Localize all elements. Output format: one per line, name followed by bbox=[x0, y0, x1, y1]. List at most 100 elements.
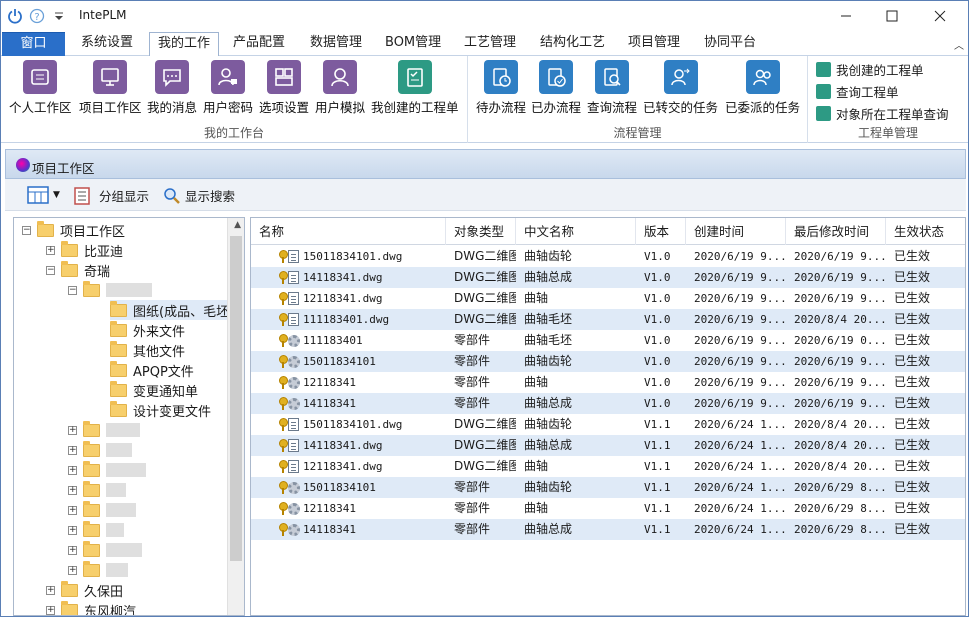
expand-icon[interactable]: + bbox=[68, 565, 77, 575]
maximize-button[interactable] bbox=[869, 1, 915, 31]
personal-workspace-button[interactable]: 个人工作区 bbox=[9, 60, 72, 116]
scroll-up-icon[interactable]: ▲ bbox=[234, 220, 241, 230]
view-layout-dropdown[interactable]: ▼ bbox=[27, 186, 60, 204]
tree-item-redacted[interactable]: + bbox=[68, 560, 128, 580]
table-row[interactable]: 14118341.dwg DWG二维图 曲轴总成 V1.1 2020/6/24 1...… bbox=[251, 435, 965, 456]
close-button[interactable] bbox=[917, 1, 963, 31]
table-row[interactable]: 14118341 零部件 曲轴总成 V1.0 2020/6/19 9... 2020/6/… bbox=[251, 393, 965, 414]
collapse-icon[interactable]: − bbox=[46, 265, 55, 275]
expand-icon[interactable]: + bbox=[68, 545, 77, 555]
table-row[interactable]: 15011834101.dwg DWG二维图 曲轴齿轮 V1.0 2020/6/19 9… bbox=[251, 246, 965, 267]
column-header-name[interactable]: 名称 bbox=[251, 218, 446, 245]
tab-process-management[interactable]: 工艺管理 bbox=[456, 32, 524, 56]
tree-scrollbar[interactable]: ▲ bbox=[227, 218, 244, 615]
tab-project-management[interactable]: 项目管理 bbox=[620, 32, 688, 56]
table-row[interactable]: 14118341 零部件 曲轴总成 V1.1 2020/6/24 1... 2020/6/… bbox=[251, 519, 965, 540]
query-workorder-link[interactable]: 查询工程单 bbox=[816, 82, 899, 101]
tab-my-work[interactable]: 我的工作 bbox=[149, 32, 220, 57]
tree-scrollbar-thumb[interactable] bbox=[230, 236, 242, 561]
minimize-button[interactable] bbox=[823, 1, 869, 31]
expand-icon[interactable]: + bbox=[46, 605, 55, 615]
tree-item-redacted[interactable]: − bbox=[68, 280, 152, 300]
transferred-tasks-button[interactable]: 已转交的任务 bbox=[643, 60, 718, 116]
collapse-icon[interactable]: − bbox=[68, 285, 77, 295]
tab-structured-process[interactable]: 结构化工艺 bbox=[532, 32, 613, 56]
tab-data-management[interactable]: 数据管理 bbox=[302, 32, 370, 56]
tree-item-redacted[interactable]: + bbox=[68, 420, 140, 440]
cell-status: 已生效 bbox=[894, 501, 931, 515]
table-row[interactable]: 15011834101 零部件 曲轴齿轮 V1.1 2020/6/24 1... 2020… bbox=[251, 477, 965, 498]
expand-icon[interactable]: + bbox=[68, 505, 77, 515]
tree-item-redacted[interactable]: + bbox=[68, 460, 146, 480]
cell-cn: 曲轴 bbox=[524, 291, 549, 305]
table-row[interactable]: 12118341.dwg DWG二维图 曲轴 V1.1 2020/6/24 1... 20… bbox=[251, 456, 965, 477]
expand-icon[interactable]: + bbox=[68, 445, 77, 455]
show-search-button[interactable]: 显示搜索 bbox=[163, 186, 235, 205]
expand-icon[interactable]: + bbox=[46, 245, 55, 255]
group-display-button[interactable]: 分组显示 bbox=[73, 186, 149, 205]
tree-subitem-design-change[interactable]: 设计变更文件 bbox=[110, 400, 211, 420]
tree-item-kubota[interactable]: + 久保田 bbox=[46, 580, 123, 600]
tab-collaboration-platform[interactable]: 协同平台 bbox=[696, 32, 764, 56]
tree-item-redacted[interactable]: + bbox=[68, 440, 132, 460]
expand-icon[interactable]: + bbox=[68, 525, 77, 535]
cell-ver: V1.0 bbox=[644, 376, 671, 389]
quick-access-dropdown-icon[interactable] bbox=[51, 8, 67, 24]
tree-item-chery[interactable]: − 奇瑞 bbox=[46, 260, 110, 280]
table-row[interactable]: 14118341.dwg DWG二维图 曲轴总成 V1.0 2020/6/19 9...… bbox=[251, 267, 965, 288]
table-row[interactable]: 15011834101.dwg DWG二维图 曲轴齿轮 V1.1 2020/6/24 1… bbox=[251, 414, 965, 435]
query-flow-button[interactable]: 查询流程 bbox=[587, 60, 637, 116]
user-simulation-button[interactable]: 用户模拟 bbox=[315, 60, 365, 116]
expand-icon[interactable]: + bbox=[46, 585, 55, 595]
help-icon[interactable]: ? bbox=[29, 8, 45, 24]
my-created-workorders-button[interactable]: 我创建的工程单 bbox=[371, 60, 459, 116]
tree-item-byd[interactable]: + 比亚迪 bbox=[46, 240, 123, 260]
tree-subitem-change-notice[interactable]: 变更通知单 bbox=[110, 380, 198, 400]
table-row[interactable]: 111183401.dwg DWG二维图 曲轴毛坯 V1.0 2020/6/19 9..… bbox=[251, 309, 965, 330]
table-row[interactable]: 12118341.dwg DWG二维图 曲轴 V1.0 2020/6/19 9... 20… bbox=[251, 288, 965, 309]
column-header-status[interactable]: 生效状态 bbox=[886, 218, 965, 245]
tree-subitem-drawings[interactable]: 图纸(成品、毛坯 bbox=[110, 300, 234, 320]
tab-window[interactable]: 窗口 bbox=[2, 32, 65, 56]
cell-created: 2020/6/19 9... bbox=[694, 250, 786, 263]
tree-item-redacted[interactable]: + bbox=[68, 540, 142, 560]
power-icon[interactable] bbox=[7, 8, 23, 24]
option-settings-button[interactable]: 选项设置 bbox=[259, 60, 309, 116]
expand-icon[interactable]: + bbox=[68, 485, 77, 495]
column-header-modified[interactable]: 最后修改时间 bbox=[786, 218, 886, 245]
project-workspace-button[interactable]: 项目工作区 bbox=[79, 60, 142, 116]
expand-icon[interactable]: + bbox=[68, 465, 77, 475]
cell-ver: V1.1 bbox=[644, 418, 671, 431]
object-workorder-query-link[interactable]: 对象所在工程单查询 bbox=[816, 104, 949, 123]
table-row[interactable]: 12118341 零部件 曲轴 V1.0 2020/6/19 9... 2020/6/19… bbox=[251, 372, 965, 393]
user-password-button[interactable]: 用户密码 bbox=[203, 60, 253, 116]
table-row[interactable]: 111183401 零部件 曲轴毛坯 V1.0 2020/6/19 9... 2020/6… bbox=[251, 330, 965, 351]
column-header-created[interactable]: 创建时间 bbox=[686, 218, 786, 245]
cell-status: 已生效 bbox=[894, 333, 931, 347]
delegated-tasks-button[interactable]: 已委派的任务 bbox=[725, 60, 800, 116]
tree-item-redacted[interactable]: + bbox=[68, 480, 126, 500]
tree-item-redacted[interactable]: + bbox=[68, 500, 136, 520]
column-header-type[interactable]: 对象类型 bbox=[446, 218, 516, 245]
tree-subitem-apqp[interactable]: APQP文件 bbox=[110, 360, 194, 380]
tree-subitem-other[interactable]: 其他文件 bbox=[110, 340, 185, 360]
table-row[interactable]: 15011834101 零部件 曲轴齿轮 V1.0 2020/6/19 9... 2020… bbox=[251, 351, 965, 372]
column-header-version[interactable]: 版本 bbox=[636, 218, 686, 245]
tab-system-settings[interactable]: 系统设置 bbox=[73, 32, 141, 56]
tree-item-redacted[interactable]: + bbox=[68, 520, 124, 540]
ribbon-collapse-icon[interactable]: ︿ bbox=[954, 37, 964, 52]
tab-product-config[interactable]: 产品配置 bbox=[225, 32, 293, 56]
todo-flow-button[interactable]: 待办流程 bbox=[476, 60, 526, 116]
tree-root[interactable]: − 项目工作区 bbox=[22, 220, 125, 240]
folder-icon bbox=[83, 440, 100, 457]
tree-subitem-external[interactable]: 外来文件 bbox=[110, 320, 185, 340]
expand-icon[interactable]: + bbox=[68, 425, 77, 435]
my-messages-button[interactable]: 我的消息 bbox=[147, 60, 197, 116]
column-header-cn-name[interactable]: 中文名称 bbox=[516, 218, 636, 245]
tree-item-dongfeng[interactable]: + 东风柳汽 bbox=[46, 600, 136, 615]
tab-bom-management[interactable]: BOM管理 bbox=[377, 32, 449, 56]
collapse-icon[interactable]: − bbox=[22, 225, 31, 235]
done-flow-button[interactable]: 已办流程 bbox=[531, 60, 581, 116]
table-row[interactable]: 12118341 零部件 曲轴 V1.1 2020/6/24 1... 2020/6/29… bbox=[251, 498, 965, 519]
my-workorders-link[interactable]: 我创建的工程单 bbox=[816, 60, 924, 79]
